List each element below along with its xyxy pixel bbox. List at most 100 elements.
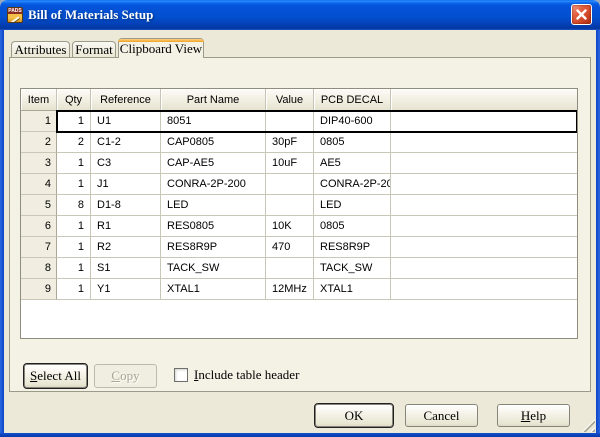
table-cell[interactable]: S1 [91, 258, 161, 279]
row-number-cell[interactable]: 4 [21, 174, 57, 195]
table-cell[interactable]: RES8R9P [161, 237, 266, 258]
table-cell-blank[interactable] [391, 132, 577, 153]
table-cell[interactable]: CAP0805 [161, 132, 266, 153]
table-cell[interactable]: D1-8 [91, 195, 161, 216]
table-cell[interactable]: RES0805 [161, 216, 266, 237]
pads-icon-text: PADS [8, 8, 22, 15]
table-cell[interactable] [266, 258, 314, 279]
table-cell[interactable] [266, 111, 314, 132]
copy-button[interactable]: Copy [94, 364, 157, 388]
table-cell[interactable]: 1 [57, 216, 91, 237]
table-cell-blank[interactable] [391, 237, 577, 258]
row-cells: 1S1TACK_SWTACK_SW [57, 258, 577, 279]
table-cell[interactable]: J1 [91, 174, 161, 195]
table-cell[interactable]: 12MHz [266, 279, 314, 300]
include-table-header-option[interactable]: Include table header [174, 367, 299, 383]
table-cell[interactable]: 2 [57, 132, 91, 153]
column-header-pcb-decal[interactable]: PCB DECAL [314, 89, 391, 110]
cancel-button[interactable]: Cancel [405, 404, 478, 427]
table-cell[interactable]: C1-2 [91, 132, 161, 153]
table-cell[interactable]: LED [314, 195, 391, 216]
table-cell[interactable]: U1 [91, 111, 161, 132]
table-row[interactable]: 61R1RES080510K0805 [21, 216, 577, 237]
table-cell[interactable]: 10uF [266, 153, 314, 174]
table-cell[interactable]: CONRA-2P-200 [161, 174, 266, 195]
table-cell[interactable]: 1 [57, 153, 91, 174]
table-cell[interactable]: TACK_SW [314, 258, 391, 279]
table-cell[interactable]: Y1 [91, 279, 161, 300]
table-cell-blank[interactable] [391, 258, 577, 279]
bill-of-materials-dialog: PADS Bill of Materials Setup Attributes … [0, 0, 600, 437]
table-cell-blank[interactable] [391, 111, 577, 132]
pads-app-icon[interactable]: PADS [7, 7, 23, 23]
table-row[interactable]: 31C3CAP-AE510uFAE5 [21, 153, 577, 174]
table-cell[interactable]: 1 [57, 237, 91, 258]
help-button[interactable]: Help [497, 404, 570, 427]
table-cell[interactable]: 0805 [314, 216, 391, 237]
table-cell[interactable]: CONRA-2P-200 [314, 174, 391, 195]
tab-attributes[interactable]: Attributes [11, 41, 70, 57]
table-cell[interactable]: 10K [266, 216, 314, 237]
table-cell[interactable]: R2 [91, 237, 161, 258]
table-cell[interactable] [266, 174, 314, 195]
ok-button[interactable]: OK [315, 404, 393, 427]
row-number-cell[interactable]: 1 [21, 111, 57, 132]
column-header-value[interactable]: Value [266, 89, 314, 110]
table-cell[interactable]: 0805 [314, 132, 391, 153]
table-cell-blank[interactable] [391, 216, 577, 237]
table-cell[interactable]: XTAL1 [314, 279, 391, 300]
column-header-blank[interactable] [391, 89, 577, 110]
row-number-cell[interactable]: 9 [21, 279, 57, 300]
table-cell[interactable]: RES8R9P [314, 237, 391, 258]
table-cell-blank[interactable] [391, 153, 577, 174]
table-row[interactable]: 81S1TACK_SWTACK_SW [21, 258, 577, 279]
row-number-cell[interactable]: 2 [21, 132, 57, 153]
table-row[interactable]: 71R2RES8R9P470RES8R9P [21, 237, 577, 258]
table-row[interactable]: 91Y1XTAL112MHzXTAL1 [21, 279, 577, 300]
column-header-qty[interactable]: Qty [57, 89, 91, 110]
row-number-cell[interactable]: 7 [21, 237, 57, 258]
table-cell[interactable]: TACK_SW [161, 258, 266, 279]
table-row[interactable]: 11U18051DIP40-600 [21, 111, 577, 132]
table-row[interactable]: 22C1-2CAP080530pF0805 [21, 132, 577, 153]
table-cell[interactable]: 1 [57, 174, 91, 195]
table-cell[interactable]: LED [161, 195, 266, 216]
table-row[interactable]: 41J1CONRA-2P-200CONRA-2P-200 [21, 174, 577, 195]
table-cell[interactable]: 1 [57, 258, 91, 279]
column-header-reference[interactable]: Reference [91, 89, 161, 110]
row-cells: 1R1RES080510K0805 [57, 216, 577, 237]
row-number-cell[interactable]: 8 [21, 258, 57, 279]
row-number-cell[interactable]: 5 [21, 195, 57, 216]
row-number-cell[interactable]: 3 [21, 153, 57, 174]
table-cell[interactable]: AE5 [314, 153, 391, 174]
clipboard-view-page: Item Qty Reference Part Name Value PCB D… [9, 57, 591, 392]
table-cell[interactable]: 1 [57, 111, 91, 132]
close-button[interactable] [571, 4, 592, 25]
table-cell[interactable]: 8051 [161, 111, 266, 132]
table-cell[interactable]: 30pF [266, 132, 314, 153]
title-bar[interactable]: PADS Bill of Materials Setup [0, 0, 600, 30]
row-cells: 1R2RES8R9P470RES8R9P [57, 237, 577, 258]
tab-clipboard-view[interactable]: Clipboard View [118, 38, 204, 58]
table-cell[interactable]: 470 [266, 237, 314, 258]
table-row[interactable]: 58D1-8LEDLED [21, 195, 577, 216]
table-cell[interactable]: C3 [91, 153, 161, 174]
table-cell[interactable]: DIP40-600 [314, 111, 391, 132]
row-number-cell[interactable]: 6 [21, 216, 57, 237]
table-cell[interactable]: XTAL1 [161, 279, 266, 300]
column-header-part-name[interactable]: Part Name [161, 89, 266, 110]
resize-grip[interactable] [582, 419, 595, 432]
table-cell[interactable]: CAP-AE5 [161, 153, 266, 174]
table-cell[interactable]: R1 [91, 216, 161, 237]
include-table-header-checkbox[interactable] [174, 368, 188, 382]
column-header-item[interactable]: Item [21, 89, 57, 110]
include-table-header-label: Include table header [194, 367, 299, 383]
table-cell-blank[interactable] [391, 195, 577, 216]
tab-format[interactable]: Format [72, 41, 116, 57]
table-cell[interactable] [266, 195, 314, 216]
select-all-button[interactable]: Select All [24, 364, 87, 388]
table-cell[interactable]: 1 [57, 279, 91, 300]
table-cell-blank[interactable] [391, 174, 577, 195]
table-cell-blank[interactable] [391, 279, 577, 300]
table-cell[interactable]: 8 [57, 195, 91, 216]
